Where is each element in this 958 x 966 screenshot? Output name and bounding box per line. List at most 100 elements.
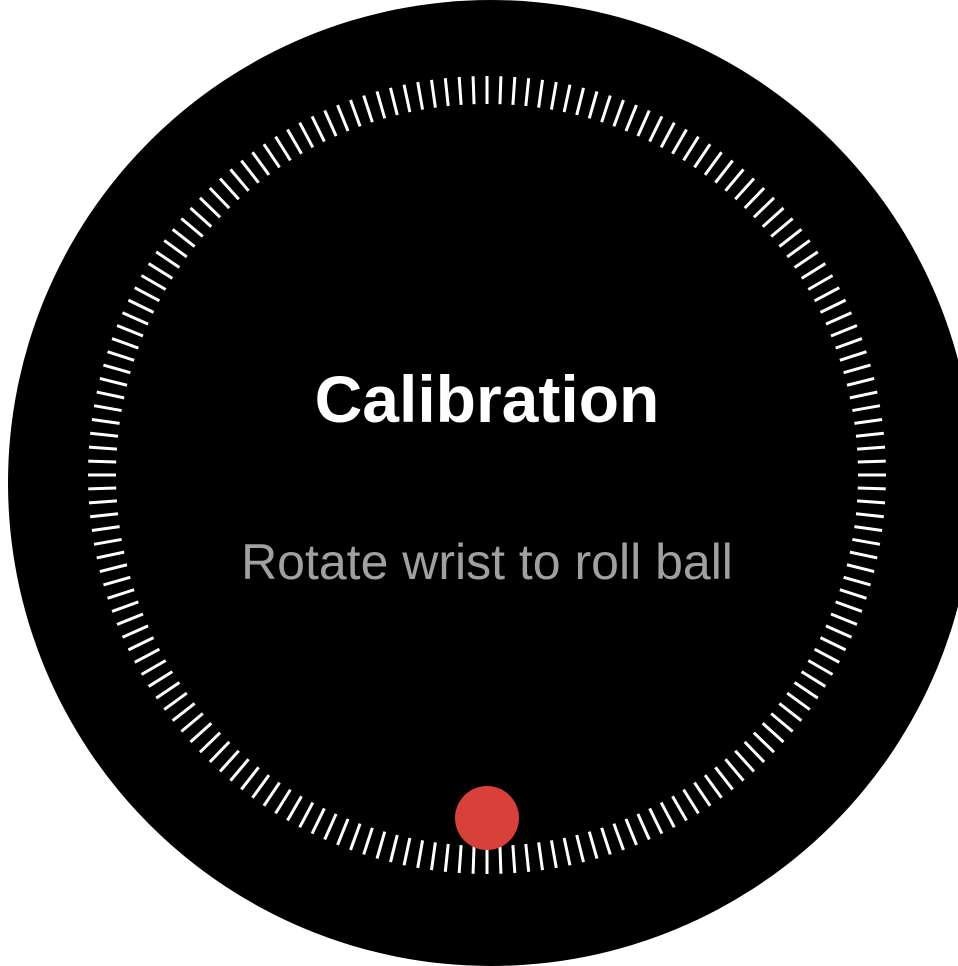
tick-mark (537, 79, 545, 108)
tick-mark (825, 624, 853, 639)
tick-mark (189, 206, 213, 228)
tick-mark (229, 168, 250, 192)
tick-mark (298, 801, 315, 829)
tick-mark (218, 749, 240, 773)
tick-mark (147, 262, 174, 280)
tick-mark (648, 115, 664, 143)
tick-mark (693, 143, 712, 169)
tick-mark (734, 749, 756, 773)
tick-mark (835, 600, 863, 613)
tick-mark (854, 525, 883, 533)
tick-mark (624, 818, 638, 846)
tick-mark (648, 807, 664, 835)
tick-mark (813, 286, 841, 303)
tick-mark (298, 121, 315, 149)
tick-mark (140, 659, 167, 676)
tick-mark (336, 818, 350, 846)
tick-mark (752, 196, 776, 219)
tick-mark (703, 151, 723, 176)
tick-mark (724, 758, 745, 782)
tick-mark (856, 499, 886, 505)
tick-mark (724, 168, 745, 192)
tick-mark (163, 691, 188, 711)
tick-mark (310, 115, 326, 143)
tick-mark (743, 186, 766, 210)
tick-mark (714, 766, 734, 791)
tick-mark (323, 813, 338, 841)
tick-mark (807, 274, 834, 291)
tick-mark (587, 91, 599, 119)
tick-mark (856, 445, 886, 451)
tick-mark (549, 840, 558, 869)
tick-mark (262, 781, 281, 807)
tick-mark (562, 84, 572, 113)
tick-mark (793, 250, 819, 269)
tick-mark (714, 159, 734, 184)
tick-mark (121, 311, 149, 326)
tick-mark (111, 600, 139, 613)
tick-mark (600, 95, 612, 123)
tick-mark (349, 823, 362, 851)
tick-mark (389, 834, 399, 863)
tick-mark (511, 76, 517, 106)
tick-mark (251, 151, 271, 176)
tick-mark (208, 186, 231, 210)
tick-mark (600, 827, 612, 855)
tick-mark (800, 670, 827, 688)
tick-mark (336, 104, 350, 132)
tick-mark (171, 702, 196, 722)
calibration-screen: Calibration Rotate wrist to roll ball (0, 0, 958, 966)
tick-mark (575, 834, 585, 863)
tick-mark (274, 135, 292, 162)
tick-mark (819, 298, 847, 314)
tick-mark (163, 239, 188, 259)
tick-mark (471, 76, 476, 105)
instruction-text: Rotate wrist to roll ball (241, 534, 733, 590)
tick-mark (323, 109, 338, 137)
tick-mark (786, 239, 811, 259)
tick-mark (402, 837, 412, 866)
tick-mark (682, 788, 700, 815)
tick-mark (800, 262, 827, 280)
tick-mark (830, 612, 858, 626)
tick-mark (770, 712, 794, 733)
tick-mark (636, 813, 651, 841)
tick-mark (198, 731, 222, 754)
tick-mark (389, 87, 399, 116)
tick-mark (416, 840, 425, 869)
tick-mark (659, 801, 676, 829)
tick-mark (524, 78, 531, 107)
tick-mark (88, 459, 117, 464)
tick-mark (587, 831, 599, 859)
tick-mark (362, 95, 374, 123)
tick-mark (761, 206, 785, 228)
tick-mark (416, 81, 425, 110)
tick-mark (180, 712, 204, 733)
tick-mark (375, 91, 387, 119)
tick-mark (133, 647, 161, 664)
tick-mark (855, 512, 884, 519)
tick-mark (375, 831, 387, 859)
tick-mark (429, 79, 437, 108)
tick-mark (116, 324, 144, 338)
tick-mark (262, 143, 281, 169)
tick-mark (274, 788, 292, 815)
tick-mark (498, 76, 503, 105)
tick-mark (471, 845, 476, 874)
tick-mark (88, 445, 118, 451)
tick-mark (140, 274, 167, 291)
tick-mark (575, 87, 585, 116)
tick-mark (198, 196, 222, 219)
tick-mark (88, 486, 117, 491)
tick-mark (778, 702, 803, 722)
calibration-ball (455, 786, 519, 850)
tick-mark (761, 722, 785, 744)
tick-mark (443, 843, 450, 872)
tick-mark (402, 84, 412, 113)
tick-mark (90, 512, 119, 519)
tick-mark (171, 228, 196, 248)
tick-mark (612, 823, 625, 851)
tick-mark (251, 774, 271, 799)
tick-mark (857, 459, 886, 464)
tick-mark (624, 104, 638, 132)
